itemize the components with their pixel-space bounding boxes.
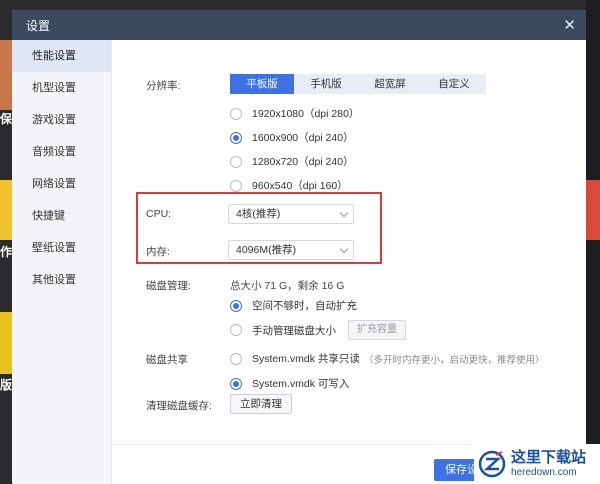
background-tile-1 xyxy=(0,40,12,110)
watermark-sub-text: heredown.com xyxy=(511,467,577,478)
sidebar-item-other[interactable]: 其他设置 xyxy=(12,264,111,296)
radio-icon xyxy=(230,324,242,336)
option-label: 960x540（dpi 160） xyxy=(252,180,348,192)
memory-value: 4096M(推荐) xyxy=(236,244,297,256)
disk-manual-option[interactable]: 手动管理磁盘大小 扩充容量 xyxy=(230,320,406,340)
option-label: 1280x720（dpi 240） xyxy=(252,156,354,168)
radio-icon xyxy=(230,155,242,168)
option-label: 空间不够时，自动扩充 xyxy=(252,300,357,312)
background-right-tile xyxy=(586,180,600,240)
option-label: System.vmdk 可写入 xyxy=(252,378,350,390)
watermark-main-text: 这里下载站 xyxy=(511,448,587,466)
tab-tablet[interactable]: 平板版 xyxy=(230,74,294,94)
memory-select[interactable]: 4096M(推荐) xyxy=(228,240,354,260)
option-label: 手动管理磁盘大小 xyxy=(252,324,336,337)
dialog-titlebar: 设置 ✕ xyxy=(12,10,586,40)
background-tile-3 xyxy=(0,312,12,374)
resolution-option-1600[interactable]: 1600x900（dpi 240） xyxy=(230,130,354,145)
clean-now-button[interactable]: 立即清理 xyxy=(230,394,292,414)
sidebar-item-audio[interactable]: 音频设置 xyxy=(12,136,111,168)
watermark: 这里下载站 heredown.com xyxy=(474,444,600,484)
sidebar-item-wallpaper[interactable]: 壁纸设置 xyxy=(12,232,111,264)
memory-label: 内存: xyxy=(146,246,170,258)
settings-dialog: 设置 ✕ 性能设置 机型设置 游戏设置 音频设置 网络设置 快捷键 壁纸设置 其… xyxy=(12,10,586,484)
option-note: （多开时内存更小，启动更快，推荐使用） xyxy=(363,354,545,366)
sidebar-item-shortcuts[interactable]: 快捷键 xyxy=(12,200,111,232)
resolution-tabs: 平板版 手机版 超宽屏 自定义 xyxy=(230,74,486,94)
cpu-select[interactable]: 4核(推荐) xyxy=(228,204,354,224)
cpu-value: 4核(推荐) xyxy=(236,208,281,220)
dialog-title: 设置 xyxy=(26,18,51,33)
radio-selected-icon xyxy=(230,299,242,312)
resolution-option-1280[interactable]: 1280x720（dpi 240） xyxy=(230,154,354,169)
close-icon[interactable]: ✕ xyxy=(563,16,576,34)
expand-capacity-button[interactable]: 扩充容量 xyxy=(348,320,406,340)
share-label: 磁盘共享 xyxy=(146,354,188,366)
chevron-down-icon xyxy=(339,244,349,254)
radio-icon xyxy=(230,352,242,365)
tab-ultrawide[interactable]: 超宽屏 xyxy=(358,74,422,94)
radio-icon xyxy=(230,179,242,192)
sidebar-item-device[interactable]: 机型设置 xyxy=(12,72,111,104)
tab-custom[interactable]: 自定义 xyxy=(422,74,486,94)
radio-selected-icon xyxy=(230,377,242,390)
radio-icon xyxy=(230,107,242,120)
sidebar-item-performance[interactable]: 性能设置 xyxy=(12,40,111,72)
resolution-option-1920[interactable]: 1920x1080（dpi 280） xyxy=(230,106,359,121)
disk-label: 磁盘管理: xyxy=(146,280,191,292)
cache-label: 清理磁盘缓存: xyxy=(146,400,212,412)
radio-selected-icon xyxy=(230,131,242,144)
disk-info: 总大小 71 G，剩余 16 G xyxy=(230,280,345,292)
resolution-label: 分辨率: xyxy=(146,80,181,92)
sidebar-item-game[interactable]: 游戏设置 xyxy=(12,104,111,136)
disk-auto-expand-option[interactable]: 空间不够时，自动扩充 xyxy=(230,298,357,313)
background-tile-2 xyxy=(0,180,12,240)
watermark-logo-icon xyxy=(478,450,506,478)
resolution-option-960[interactable]: 960x540（dpi 160） xyxy=(230,178,348,193)
settings-content: 分辨率: 平板版 手机版 超宽屏 自定义 1920x1080（dpi 280） … xyxy=(112,40,586,484)
option-label: 1920x1080（dpi 280） xyxy=(252,108,360,120)
background-right-strip xyxy=(586,0,600,484)
chevron-down-icon xyxy=(339,208,349,218)
settings-sidebar: 性能设置 机型设置 游戏设置 音频设置 网络设置 快捷键 壁纸设置 其他设置 xyxy=(12,40,112,484)
sidebar-item-network[interactable]: 网络设置 xyxy=(12,168,111,200)
option-label: System.vmdk 共享只读 xyxy=(252,353,360,365)
cpu-label: CPU: xyxy=(146,208,172,220)
share-writable-option[interactable]: System.vmdk 可写入 xyxy=(230,376,349,391)
tab-phone[interactable]: 手机版 xyxy=(294,74,358,94)
share-readonly-option[interactable]: System.vmdk 共享只读 （多开时内存更小，启动更快，推荐使用） xyxy=(230,351,544,366)
option-label: 1600x900（dpi 240） xyxy=(252,132,354,144)
